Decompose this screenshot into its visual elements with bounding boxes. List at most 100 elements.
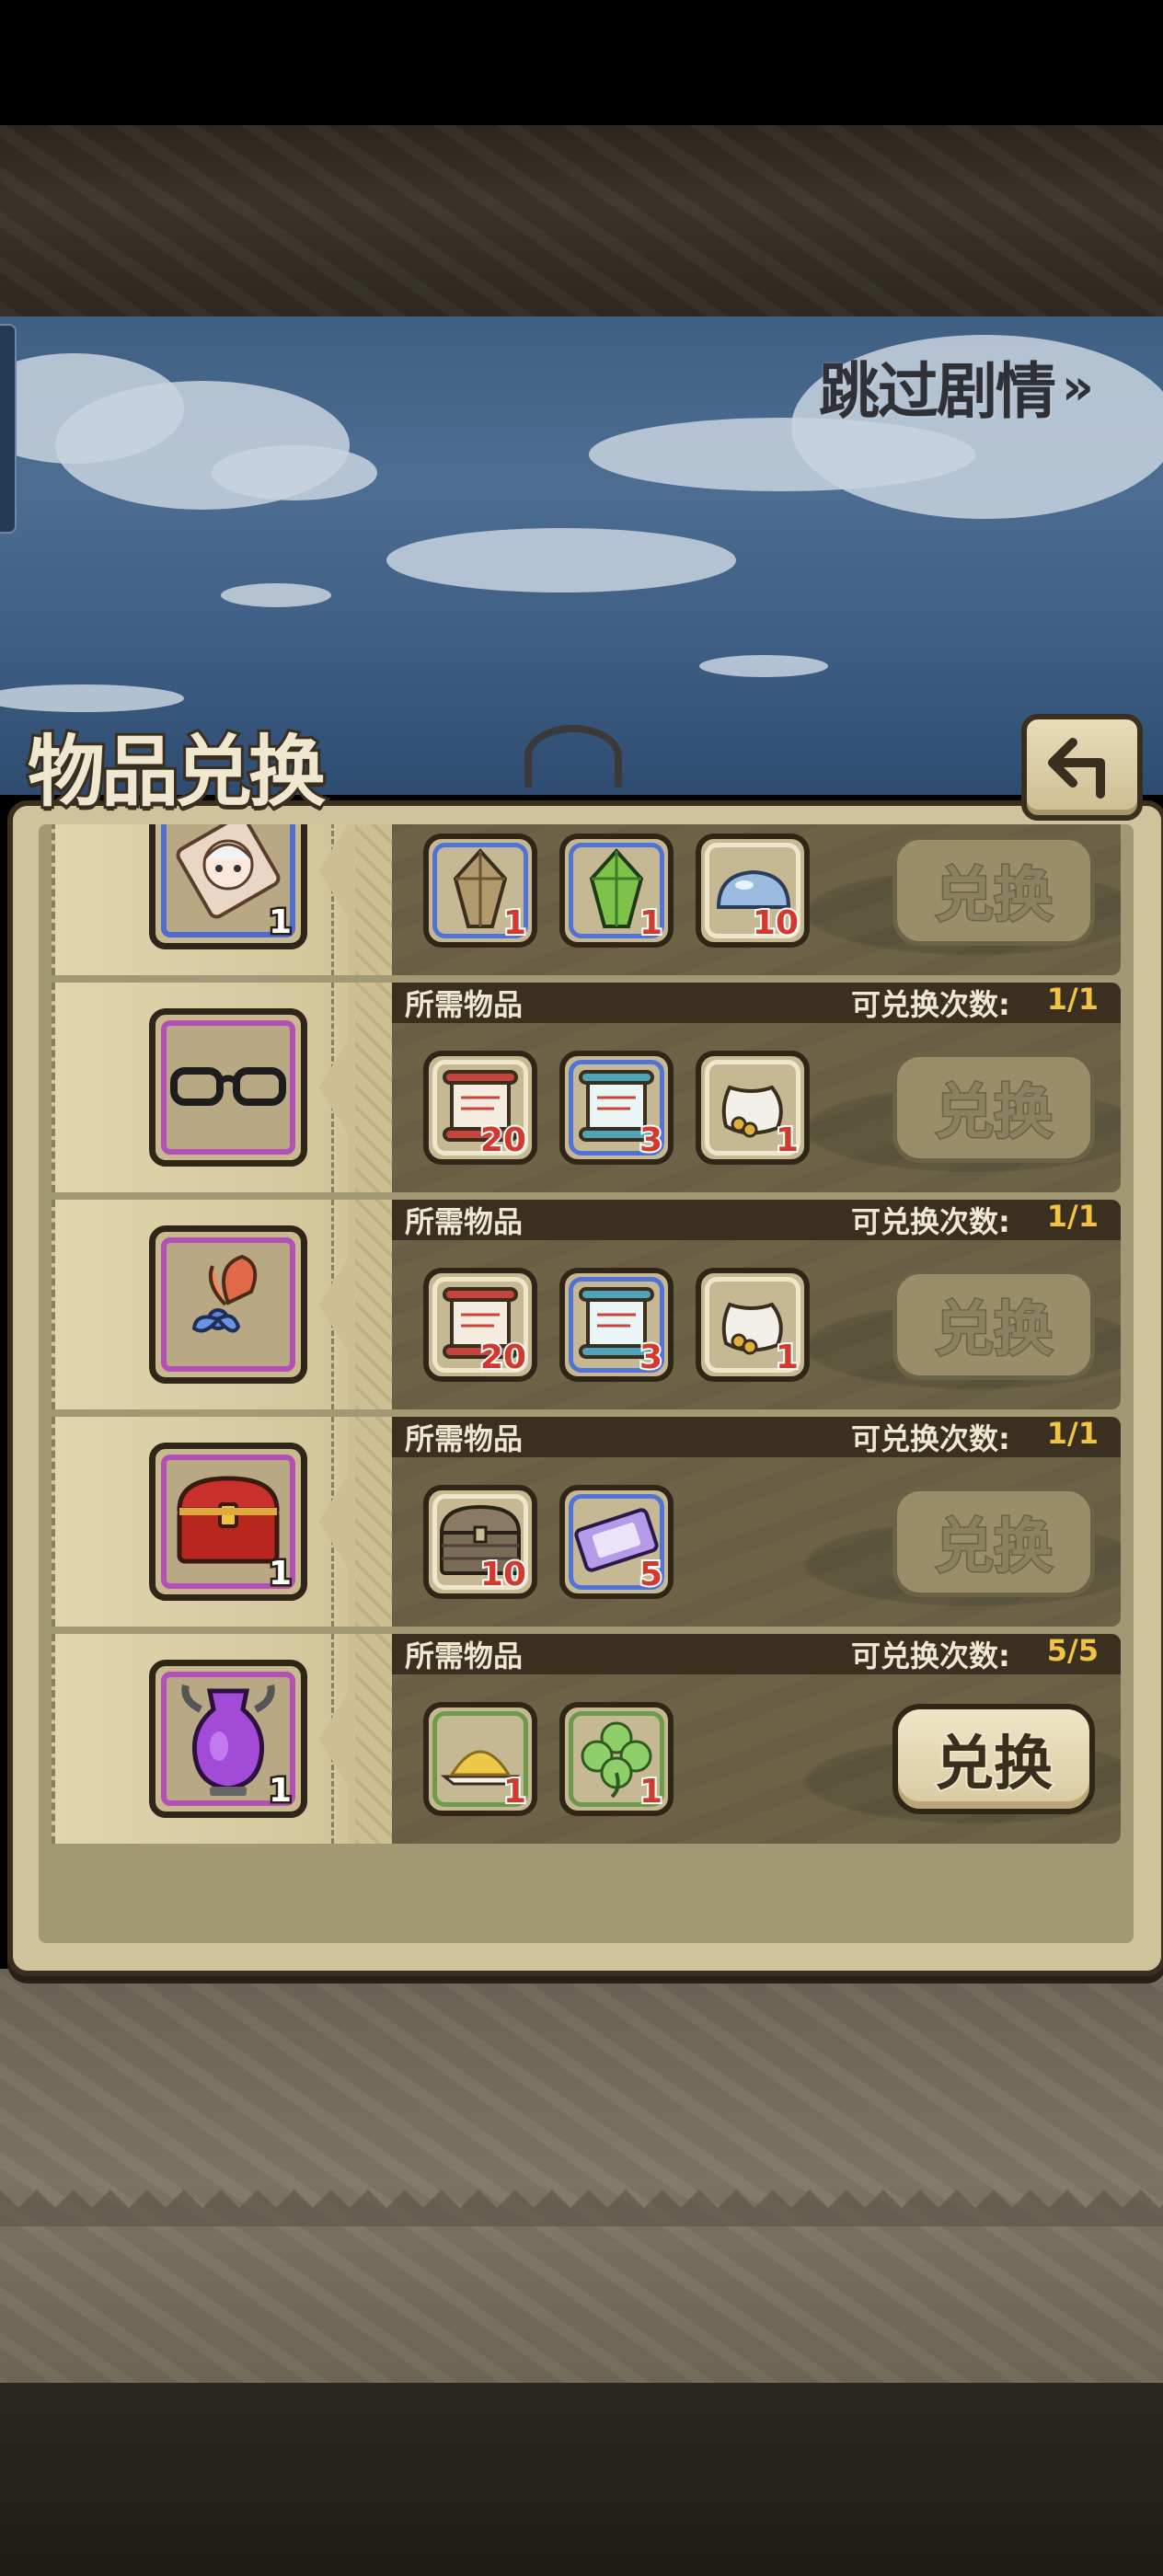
required-item-count: 1: [774, 1337, 800, 1376]
reward-item-slot[interactable]: [149, 1008, 307, 1167]
reward-quantity: 1: [266, 902, 294, 944]
required-items-label: 所需物品: [405, 1639, 524, 1673]
reward-item-slot[interactable]: 1: [149, 1443, 307, 1601]
arrow-texture: [355, 983, 392, 1192]
exchange-button[interactable]: 兑换: [892, 835, 1095, 946]
required-item[interactable]: 1: [696, 1268, 810, 1382]
requirement-header: 所需物品 可兑换次数: 1/1: [392, 1200, 1121, 1240]
requirement-header: 所需物品 可兑换次数: 5/5: [392, 1634, 1121, 1674]
bottom-map-strip: [0, 2383, 1163, 2576]
required-item-count: 1: [774, 1120, 800, 1159]
arrow-texture: [355, 1417, 392, 1627]
required-item[interactable]: 1: [423, 1702, 537, 1816]
side-pull-tab[interactable]: [0, 324, 17, 534]
required-item-count: 3: [638, 1120, 664, 1159]
map-background-bottom: [0, 1969, 1163, 2392]
exchange-count-value: 1/1: [1046, 1417, 1099, 1451]
required-items-label: 所需物品: [405, 987, 524, 1022]
top-letterbox: [0, 0, 1163, 125]
reward-section: [52, 1200, 350, 1409]
arrow-texture: [355, 824, 392, 975]
required-item[interactable]: 20: [423, 1268, 537, 1382]
requirement-header: 所需物品 可兑换次数: 1/1: [392, 983, 1121, 1023]
exchange-count: 可兑换次数: 1/1: [851, 1200, 1099, 1241]
arrow-texture: [355, 1634, 392, 1844]
cloud: [212, 445, 377, 500]
exchange-count-value: 1/1: [1046, 1200, 1099, 1234]
exchange-count-label: 可兑换次数:: [850, 1421, 1010, 1456]
exchange-button[interactable]: 兑换: [892, 1487, 1095, 1597]
required-item[interactable]: 1: [696, 1051, 810, 1165]
required-item[interactable]: 10: [423, 1485, 537, 1599]
required-item-count: 20: [478, 1337, 528, 1376]
exchange-count-label: 可兑换次数:: [850, 1639, 1010, 1673]
required-item-count: 10: [478, 1554, 528, 1593]
reward-item-slot[interactable]: [149, 1225, 307, 1384]
exchange-row: 1 所需物品 可兑换次数: 1/1 10 5 兑换: [52, 1417, 1121, 1627]
reward-section: [52, 983, 350, 1192]
cloud: [221, 583, 331, 607]
exchange-button[interactable]: 兑换: [892, 1270, 1095, 1380]
required-item-count: 5: [638, 1554, 664, 1593]
decorative-horn: [524, 725, 622, 788]
exchange-count-value: 1/1: [1046, 983, 1099, 1017]
requirement-section: 所需物品 可兑换次数: 5/5 1 1 兑换: [392, 1634, 1121, 1844]
exchange-count-label: 可兑换次数:: [850, 987, 1010, 1022]
exchange-count: 可兑换次数: 1/1: [851, 1417, 1099, 1458]
reward-item-slot[interactable]: 1: [149, 824, 307, 949]
exchange-count-label: 可兑换次数:: [850, 1204, 1010, 1239]
required-item-count: 3: [638, 1337, 664, 1376]
exchange-button[interactable]: 兑换: [892, 1052, 1095, 1163]
requirement-section: 所需物品 可兑换次数: 1/1 20 3 1 兑换: [392, 983, 1121, 1192]
requirement-section: 所需物品 可兑换次数: 1/1 10 5 兑换: [392, 1417, 1121, 1627]
cloud: [386, 528, 736, 592]
reward-item-slot[interactable]: 1: [149, 1660, 307, 1818]
required-item[interactable]: 10: [696, 834, 810, 948]
purple-vase-icon: [173, 1673, 283, 1805]
required-item[interactable]: 5: [559, 1485, 674, 1599]
exchange-count-value: 5/5: [1046, 1634, 1099, 1668]
reward-quantity: 1: [266, 1770, 294, 1812]
required-item[interactable]: 3: [559, 1268, 674, 1382]
reward-section: 1: [52, 1417, 350, 1627]
requirement-header: 所需物品 可兑换次数: 1/1: [392, 1417, 1121, 1457]
required-item-count: 1: [501, 1771, 528, 1811]
requirement-section: 1 1 10 兑换: [392, 824, 1121, 975]
requirement-section: 所需物品 可兑换次数: 1/1 20 3 1 兑换: [392, 1200, 1121, 1409]
exchange-list[interactable]: 1 1 1 10 兑换 所需物品 可兑换次数: 1/1 20 3 1 兑换 所需物品 可兑换次数: 1/1 2…: [39, 824, 1134, 1943]
back-arrow-icon: [1048, 738, 1105, 799]
required-item[interactable]: 1: [559, 834, 674, 948]
exchange-row: 1 所需物品 可兑换次数: 5/5 1 1 兑换: [52, 1634, 1121, 1844]
reward-quantity: 1: [266, 1553, 294, 1595]
required-item-count: 1: [638, 903, 664, 942]
map-background-top: [0, 125, 1163, 316]
panel-title: 物品兑换: [25, 724, 328, 820]
required-item[interactable]: 20: [423, 1051, 537, 1165]
reward-section: 1: [52, 1634, 350, 1844]
required-item-count: 20: [478, 1120, 528, 1159]
exchange-row: 所需物品 可兑换次数: 1/1 20 3 1 兑换: [52, 1200, 1121, 1409]
required-item[interactable]: 1: [423, 834, 537, 948]
chibi-portrait-icon: [173, 824, 283, 927]
required-items-label: 所需物品: [405, 1204, 524, 1239]
required-item[interactable]: 1: [559, 1702, 674, 1816]
exchange-button[interactable]: 兑换: [892, 1704, 1095, 1814]
exchange-count: 可兑换次数: 5/5: [851, 1634, 1099, 1675]
required-item-count: 1: [638, 1771, 664, 1811]
exchange-row: 1 1 1 10 兑换: [52, 824, 1121, 975]
exchange-panel: 1 1 1 10 兑换 所需物品 可兑换次数: 1/1 20 3 1 兑换 所需物品 可兑换次数: 1/1 2…: [7, 800, 1163, 1976]
required-item-count: 10: [751, 903, 800, 942]
exchange-count: 可兑换次数: 1/1: [851, 983, 1099, 1024]
double-chevron-icon: »: [1062, 357, 1094, 416]
back-button[interactable]: [1021, 714, 1143, 821]
required-items-label: 所需物品: [405, 1421, 524, 1456]
exchange-row: 所需物品 可兑换次数: 1/1 20 3 1 兑换: [52, 983, 1121, 1192]
skip-story-button[interactable]: 跳过剧情 »: [819, 342, 1094, 431]
arrow-texture: [355, 1200, 392, 1409]
required-item[interactable]: 3: [559, 1051, 674, 1165]
glasses-icon: [168, 1058, 288, 1117]
flower-ribbon-icon: [178, 1248, 279, 1362]
cloud: [699, 655, 828, 677]
zigzag-decoration: [0, 2190, 1163, 2226]
cloud: [0, 684, 184, 712]
